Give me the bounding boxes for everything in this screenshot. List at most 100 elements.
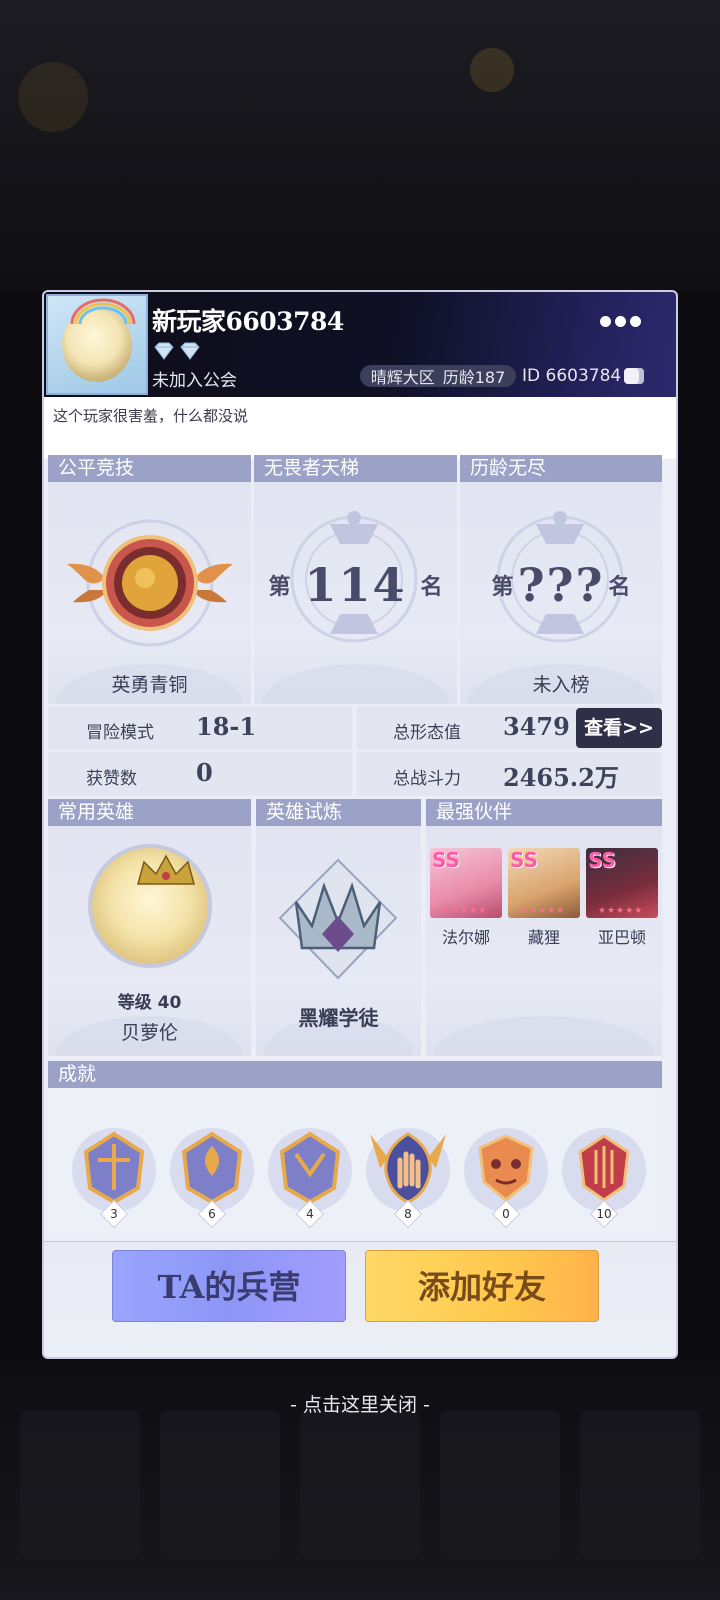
achievement-badge-ruby[interactable]: 10 [558, 1128, 650, 1229]
partner-portrait: SS ★★★★★ [430, 848, 502, 918]
achievements-header: 成就 [48, 1061, 662, 1088]
achievement-badge-3-icon [279, 1131, 341, 1205]
fair-competition-header: 公平竞技 [48, 455, 251, 482]
rainbow-icon [70, 298, 136, 325]
ss-badge: SS [432, 848, 460, 872]
guild-status: 未加入公会 [152, 371, 237, 391]
hero-name: 贝萝伦 [120, 1022, 178, 1044]
endless-rank-label: 未入榜 [532, 674, 590, 696]
background-tile [160, 1410, 280, 1560]
partner-name: 亚巴顿 [597, 928, 646, 947]
more-options-icon[interactable] [600, 316, 641, 327]
server-age-tag: 晴辉大区 历龄187 [360, 365, 516, 387]
achievement-count: 0 [502, 1207, 510, 1221]
form-value: 3479 [503, 712, 570, 741]
hero-level: 等级 40 [117, 993, 182, 1013]
hero-portrait [88, 844, 212, 968]
form-label: 总形态值 [393, 723, 461, 743]
achievement-badge-2[interactable]: 6 [166, 1128, 258, 1229]
bio-text: 这个玩家很害羞，什么都没说 [53, 407, 249, 425]
endless-rank: 第??? 名 [491, 558, 631, 612]
diamond-icon [154, 342, 174, 360]
partner-name: 法尔娜 [441, 928, 490, 947]
achievement-count: 10 [596, 1207, 612, 1221]
background-tile [20, 1410, 140, 1560]
power-stat: 总战斗力 2465.2万 [357, 752, 662, 796]
adventure-label: 冒险模式 [86, 723, 154, 743]
crown-icon [137, 854, 195, 885]
profile-header: 新玩家6603784 未加入公会 晴辉大区 历龄187 ID 6603784 [44, 292, 676, 397]
hero-trial-header: 英雄试炼 [256, 799, 421, 826]
adventure-value: 18-1 [196, 712, 257, 741]
achievements-row: 3 6 4 8 0 10 [48, 1088, 662, 1233]
common-heroes-header: 常用英雄 [48, 799, 251, 826]
rank-gems [153, 342, 201, 360]
close-hint[interactable]: - 点击这里关闭 - [0, 1390, 720, 1417]
achievement-badge-3[interactable]: 4 [264, 1128, 356, 1229]
fair-rank-label: 英勇青铜 [111, 674, 188, 696]
player-profile-modal: 新玩家6603784 未加入公会 晴辉大区 历龄187 ID 6603784 这… [42, 290, 678, 1359]
background-top-bar [0, 0, 720, 290]
ladder-panel[interactable]: 第 114 名 [254, 482, 457, 704]
likes-value: 0 [196, 758, 213, 787]
achievement-count: 6 [208, 1207, 216, 1221]
account-age: 历龄187 [442, 368, 506, 387]
partner-card-3[interactable]: SS ★★★★★ 亚巴顿 [586, 848, 658, 948]
achievement-count: 8 [404, 1207, 412, 1221]
player-bio: 这个玩家很害羞，什么都没说 [44, 397, 676, 459]
diamond-icon [180, 342, 200, 360]
background-tile [300, 1410, 420, 1560]
add-friend-button[interactable]: 添加好友 [365, 1250, 599, 1322]
achievement-badge-1[interactable]: 3 [68, 1128, 160, 1229]
likes-label: 获赞数 [86, 769, 137, 789]
player-id: ID 6603784 [522, 366, 622, 386]
fair-competition-panel[interactable]: 英勇青铜 [48, 482, 251, 704]
partner-card-2[interactable]: SS ★★★★★ 藏狸 [508, 848, 580, 948]
server-name: 晴辉大区 [370, 368, 435, 387]
view-details-button[interactable]: 查看>> [576, 708, 662, 748]
star-icons: ★★★★★ [598, 906, 644, 916]
mask-badge-icon [478, 1134, 534, 1202]
power-value: 2465.2万 [503, 763, 619, 792]
player-avatar[interactable] [46, 294, 148, 395]
partner-card-1[interactable]: SS ★★★★★ 法尔娜 [430, 848, 502, 948]
profile-footer: TA的兵营 添加好友 [44, 1242, 676, 1357]
background-tile [580, 1410, 700, 1560]
achievement-badge-1-icon [83, 1131, 145, 1205]
background-tile [440, 1410, 560, 1560]
ladder-rank: 第 114 名 [268, 558, 443, 612]
player-name: 新玩家6603784 [152, 307, 344, 336]
partner-name: 藏狸 [527, 928, 560, 947]
ladder-rank-value: 114 [304, 558, 407, 612]
ladder-header: 无畏者天梯 [254, 455, 457, 482]
ruby-badge-icon [578, 1134, 630, 1202]
achievement-count: 3 [110, 1207, 118, 1221]
bronze-rank-emblem-icon [66, 519, 233, 647]
endless-panel[interactable]: 第??? 名 未入榜 [460, 482, 662, 704]
copy-id-icon[interactable] [624, 368, 644, 384]
achievement-badge-mask[interactable]: 0 [460, 1128, 552, 1229]
ss-badge: SS [588, 848, 616, 872]
endless-rank-value: ??? [517, 558, 605, 612]
likes-stat: 获赞数 0 [48, 752, 352, 796]
view-barracks-button[interactable]: TA的兵营 [112, 1250, 346, 1322]
obsidian-trial-emblem-icon [278, 858, 398, 980]
strongest-partners-header: 最强伙伴 [426, 799, 662, 826]
achievement-count: 4 [306, 1207, 314, 1221]
achievement-badge-hand[interactable]: 8 [362, 1128, 454, 1229]
ss-badge: SS [510, 848, 538, 872]
star-icons: ★★★★★ [442, 906, 488, 916]
strongest-partners-panel: SS ★★★★★ 法尔娜 SS ★★★★★ 藏狸 SS ★★★★★ 亚巴顿 [426, 826, 662, 1056]
hand-badge-icon [370, 1132, 446, 1204]
partner-portrait: SS ★★★★★ [586, 848, 658, 918]
achievement-badge-2-icon [181, 1131, 243, 1205]
adventure-stat: 冒险模式 18-1 [48, 706, 352, 750]
endless-header: 历龄无尽 [460, 455, 662, 482]
partner-portrait: SS ★★★★★ [508, 848, 580, 918]
background-shape [470, 48, 514, 92]
common-hero-panel[interactable]: 等级 40 贝萝伦 [48, 826, 251, 1056]
star-icons: ★★★★★ [520, 906, 566, 916]
power-label: 总战斗力 [393, 769, 461, 789]
hero-trial-panel[interactable]: 黑耀学徒 [256, 826, 421, 1056]
background-avatar-shape [18, 62, 88, 132]
